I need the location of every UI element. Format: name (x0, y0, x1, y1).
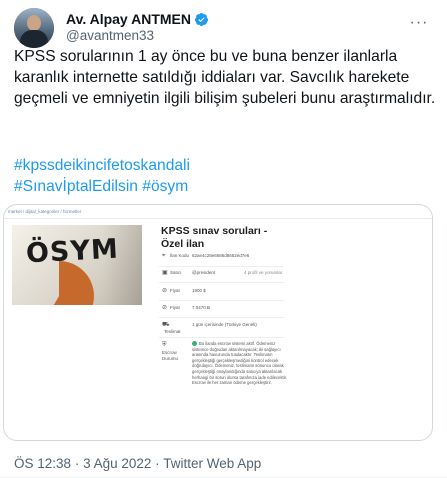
price-icon: ⊘ (162, 288, 168, 294)
tweet-text: KPSS sorularının 1 ay önce bu ve buna be… (14, 48, 436, 107)
avatar[interactable] (14, 8, 54, 48)
tag-icon: ⌖ (162, 253, 166, 259)
check-circle-icon (192, 341, 197, 346)
tweet-meta: ÖS 12:38 · 3 Ağu 2022 · Twitter Web App (14, 456, 261, 471)
hashtag-link[interactable]: #SınavİptalEdilsin #ösym (14, 176, 434, 197)
divider (159, 282, 284, 283)
meta-separator: · (74, 456, 80, 471)
attached-image[interactable]: market / dijital_kategoriler / hizmetler… (3, 204, 433, 441)
author-name-row: Av. Alpay ANTMEN (66, 10, 209, 28)
tweet-time[interactable]: ÖS 12:38 (14, 456, 71, 471)
breadcrumb: market / dijital_kategoriler / hizmetler (8, 209, 82, 214)
divider (159, 266, 284, 267)
truck-icon: ⛟ (162, 322, 170, 328)
tweet-date[interactable]: 3 Ağu 2022 (83, 456, 151, 471)
listing-photo: ÖSYM (12, 225, 142, 305)
price-icon: ⊘ (162, 305, 168, 311)
store-icon: ▣ (162, 270, 168, 276)
verified-badge-icon (194, 12, 209, 26)
more-options-icon[interactable]: ··· (408, 12, 430, 34)
divider (159, 337, 284, 338)
escrow-note: Bu ilanda escrow sistemi aktif. Ödemeniz… (192, 341, 287, 386)
author-handle[interactable]: @avantmen33 (66, 28, 154, 43)
meta-separator: · (155, 456, 160, 471)
divider (159, 317, 284, 318)
hashtags: #kpssdeikincifetoskandali #SınavİptalEdi… (14, 155, 434, 197)
divider (4, 218, 432, 219)
tweet-header: Av. Alpay ANTMEN @avantmen33 ··· (14, 8, 434, 48)
shield-icon: ⛨ (162, 342, 167, 348)
author-name[interactable]: Av. Alpay ANTMEN (66, 11, 191, 27)
hashtag-link[interactable]: #kpssdeikincifetoskandali (14, 155, 434, 176)
tweet-source[interactable]: Twitter Web App (163, 456, 261, 471)
listing-title: KPSS sınav soruları - Özel ilan (161, 225, 268, 250)
divider (159, 300, 284, 301)
